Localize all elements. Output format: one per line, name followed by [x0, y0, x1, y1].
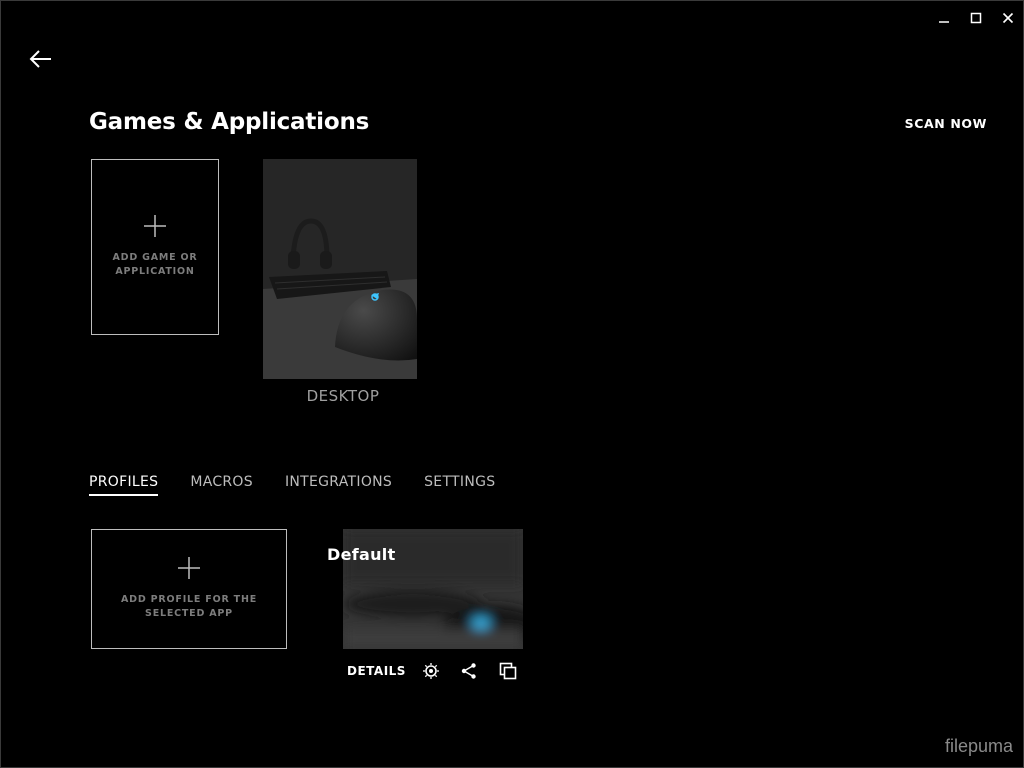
- section-tabs: PROFILES MACROS INTEGRATIONS SETTINGS: [89, 474, 495, 496]
- duplicate-icon[interactable]: [499, 662, 517, 680]
- tab-macros[interactable]: MACROS: [190, 474, 253, 495]
- game-name-desktop: DESKTOP: [306, 387, 380, 405]
- plus-icon: [178, 557, 200, 579]
- add-game-label-line2: APPLICATION: [115, 266, 195, 277]
- add-game-label-line1: ADD GAME OR: [112, 252, 198, 263]
- details-button[interactable]: DETAILS: [347, 664, 406, 678]
- maximize-icon[interactable]: [967, 9, 985, 27]
- watermark: filepuma: [944, 736, 1013, 756]
- tab-settings[interactable]: SETTINGS: [424, 474, 495, 495]
- page-title: Games & Applications: [89, 109, 370, 135]
- desktop-artwork-image: [263, 159, 417, 379]
- game-tile-desktop[interactable]: [263, 159, 417, 379]
- add-profile-label: ADD PROFILE FOR THE SELECTED APP: [121, 593, 257, 621]
- add-game-label: ADD GAME OR APPLICATION: [112, 251, 197, 279]
- tab-integrations[interactable]: INTEGRATIONS: [285, 474, 392, 495]
- add-game-button[interactable]: ADD GAME OR APPLICATION: [91, 159, 219, 335]
- back-arrow-icon: [29, 50, 51, 68]
- add-profile-label-line1: ADD PROFILE FOR THE: [121, 594, 257, 605]
- app-window: Games & Applications SCAN NOW ADD GAME O…: [0, 0, 1024, 768]
- back-button[interactable]: [27, 47, 55, 71]
- plus-icon: [144, 215, 166, 237]
- tab-profiles[interactable]: PROFILES: [89, 474, 159, 496]
- add-profile-label-line2: SELECTED APP: [145, 608, 233, 619]
- add-profile-button[interactable]: ADD PROFILE FOR THE SELECTED APP: [91, 529, 287, 649]
- share-icon[interactable]: [460, 662, 478, 680]
- persistent-profile-icon[interactable]: [422, 662, 440, 680]
- minimize-icon[interactable]: [935, 9, 953, 27]
- close-icon[interactable]: [999, 9, 1017, 27]
- profile-name-default: Default: [327, 545, 396, 564]
- scan-now-button[interactable]: SCAN NOW: [905, 116, 987, 131]
